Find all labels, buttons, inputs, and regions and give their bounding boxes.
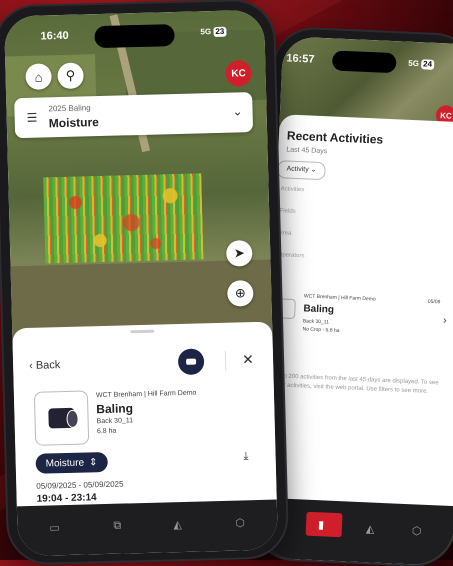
nav-map-icon[interactable]: ▭ bbox=[49, 521, 60, 534]
activity-name: Baling bbox=[96, 401, 134, 417]
activity-limit-note: Up to 200 activities from the last 45 da… bbox=[271, 373, 439, 395]
close-icon[interactable]: ✕ bbox=[242, 351, 254, 368]
updown-chevron-icon: ⇕ bbox=[88, 456, 98, 468]
home-icon: ⌂ bbox=[34, 69, 43, 85]
nav-tag-icon[interactable]: ⬡ bbox=[235, 516, 245, 529]
chevron-down-icon: ⌄ bbox=[310, 166, 317, 174]
bottom-nav: ▭ ⧉ ◭ ⬡ bbox=[16, 499, 279, 557]
moisture-heatmap[interactable] bbox=[43, 173, 204, 264]
status-indicators: 5G 23 bbox=[200, 26, 227, 38]
page-title: Recent Activities bbox=[286, 128, 384, 147]
nav-activities-icon[interactable]: ⧉ bbox=[113, 520, 121, 533]
battery-icon: 24 bbox=[420, 59, 435, 70]
nav-fields-icon[interactable]: ◭ bbox=[173, 518, 182, 531]
summary-row: Operators bbox=[277, 252, 305, 260]
nav-tag-icon[interactable]: ⬡ bbox=[412, 524, 422, 537]
layer-pill-dropdown[interactable]: Moisture ⇕ bbox=[35, 451, 108, 474]
status-time: 16:40 bbox=[40, 29, 69, 43]
dynamic-island bbox=[331, 50, 397, 74]
chevron-right-icon: › bbox=[442, 314, 447, 327]
recent-activities-sheet: Recent Activities Last 45 Days Activity … bbox=[263, 114, 453, 507]
activity-filter-dropdown[interactable]: Activity ⌄ bbox=[277, 160, 326, 181]
dynamic-island bbox=[94, 24, 175, 49]
status-time: 16:57 bbox=[286, 52, 315, 66]
nav-activities-icon[interactable]: ▮ bbox=[318, 518, 325, 531]
activity-detail-sheet: ‹ Back ✕ WCT Brenham | Hill Farm Demo Ba… bbox=[12, 321, 277, 507]
summary-row: Area bbox=[278, 230, 292, 237]
summary-row: Activities bbox=[280, 186, 305, 194]
layer-subtitle: 2025 Baling bbox=[48, 103, 91, 114]
activity-farm: WCT Brenham | Hill Farm Demo bbox=[303, 293, 376, 303]
crosshair-icon: ⊕ bbox=[234, 285, 246, 301]
back-label: Back bbox=[35, 359, 61, 372]
signal-label: 5G bbox=[200, 27, 212, 37]
camera-button[interactable] bbox=[177, 348, 205, 376]
bottom-nav: ▭ ▮ ◭ ⬡ bbox=[260, 497, 453, 566]
baling-icon bbox=[48, 407, 75, 429]
activity-area: 6.8 ha bbox=[96, 427, 117, 436]
divider bbox=[224, 350, 227, 371]
front-phone: 16:40 5G 23 ⌂ ⚲ KC ☰ 2025 Baling Moistur… bbox=[0, 0, 288, 564]
signal-label: 5G bbox=[408, 58, 420, 69]
front-phone-screen: 16:40 5G 23 ⌂ ⚲ KC ☰ 2025 Baling Moistur… bbox=[4, 9, 279, 557]
activity-name: Baling bbox=[303, 303, 335, 316]
layer-title: Moisture bbox=[48, 115, 99, 131]
activity-times: 19:04 - 23:14 bbox=[36, 492, 97, 505]
download-icon[interactable]: ⤓ bbox=[243, 450, 248, 463]
sheet-grabber[interactable] bbox=[130, 329, 155, 334]
summary-row: Fields bbox=[279, 208, 296, 215]
activity-field: Back 30_11 bbox=[96, 417, 134, 426]
layer-selector[interactable]: ☰ 2025 Baling Moisture ⌄ bbox=[14, 92, 254, 139]
filter-label: Activity bbox=[286, 165, 309, 174]
battery-icon: 23 bbox=[213, 26, 227, 38]
chevron-down-icon: ⌄ bbox=[232, 104, 243, 119]
nav-fields-icon[interactable]: ◭ bbox=[366, 522, 375, 535]
activity-date: 05/09 bbox=[427, 298, 441, 306]
layer-pill-label: Moisture bbox=[45, 457, 85, 470]
back-button[interactable]: ‹ Back bbox=[29, 359, 61, 372]
activity-field: Back 30_11 bbox=[302, 318, 330, 326]
status-indicators: 5G 24 bbox=[408, 58, 435, 70]
activity-area: No Crop - 6.8 ha bbox=[302, 326, 340, 334]
navigation-arrow-icon: ➤ bbox=[233, 245, 245, 261]
page-subtitle: Last 45 Days bbox=[286, 146, 328, 156]
search-icon: ⚲ bbox=[65, 67, 76, 83]
activity-dates: 05/09/2025 - 05/09/2025 bbox=[36, 479, 124, 491]
layers-icon: ☰ bbox=[26, 110, 38, 125]
back-phone-screen: 16:57 5G 24 KC Recent Activities Last 45… bbox=[260, 36, 453, 566]
activity-icon-tile bbox=[33, 390, 90, 446]
camera-icon bbox=[186, 358, 197, 365]
activity-farm: WCT Brenham | Hill Farm Demo bbox=[95, 389, 197, 400]
